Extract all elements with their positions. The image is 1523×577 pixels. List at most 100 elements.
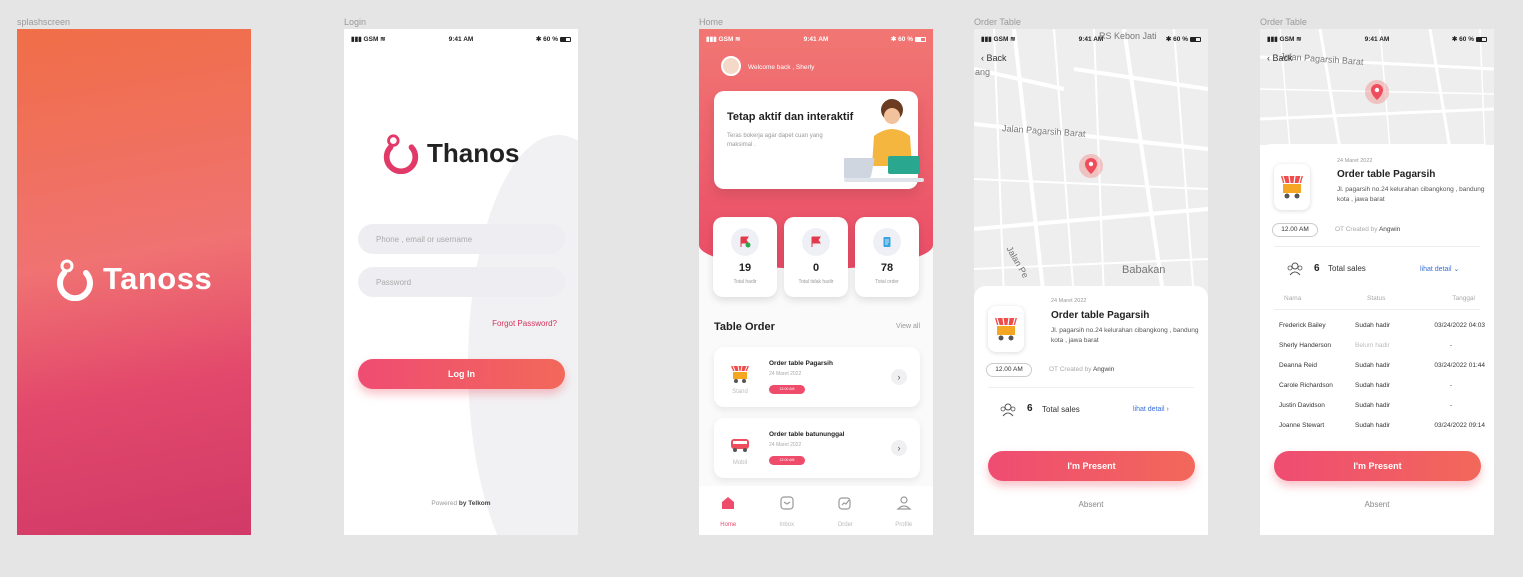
table-cell-date: -: [1449, 402, 1452, 409]
chevron-left-icon: ‹: [981, 53, 984, 63]
location-pin-icon[interactable]: [1364, 79, 1390, 109]
detail-link-label: lihat detail: [1420, 266, 1452, 273]
banner-title: Tetap aktif dan interaktif: [727, 111, 854, 123]
battery-label: 60 %: [898, 36, 913, 43]
divider: [1274, 246, 1480, 247]
table-header-cell: Status: [1367, 295, 1386, 302]
powered-prefix: Powered: [431, 500, 458, 507]
sales-label: Total sales: [1042, 405, 1080, 414]
creator-name: Angwin: [1092, 366, 1115, 373]
avatar[interactable]: [721, 56, 741, 76]
back-button[interactable]: ‹ Back: [981, 53, 1007, 63]
nav-label: Order: [837, 522, 853, 528]
location-pin-icon[interactable]: [1078, 153, 1104, 183]
home-icon: [722, 497, 735, 509]
table-row[interactable]: Frederick Bailey Sudah hadir 03/24/2022 …: [1279, 322, 1485, 334]
order-detail-sheet: 24 Maret 2022 Order table Pagarsih Jl. p…: [974, 286, 1208, 535]
order-card[interactable]: Mobil Order table batununggal 24 Maret 2…: [714, 418, 920, 478]
table-row[interactable]: Joanne Stewart Sudah hadir 03/24/2022 09…: [1279, 422, 1485, 434]
chevron-left-icon: ‹: [1267, 53, 1270, 63]
login-screen: ▮▮▮ GSM ≋ 9:41 AM ✱ 60 % Thanos Phone , …: [344, 29, 578, 535]
order-table-detail-screen: Jalan Pagarsih Barat ▮▮▮ GSM ≋ 9:41 AM ✱…: [1260, 29, 1494, 535]
table-cell-name: Deanna Reid: [1279, 362, 1317, 369]
decorative-curve: [468, 135, 578, 535]
splash-screen: Tanoss: [17, 29, 251, 535]
welcome-text: Welcome back , Sherly: [748, 64, 815, 71]
nav-inbox[interactable]: Inbox: [758, 486, 817, 535]
table-header-cell: Tanggal: [1452, 295, 1475, 302]
frame-label-login: Login: [344, 17, 367, 27]
order-table-screen: RS Kebon Jati Jalan Pagarsih Barat Jalan…: [974, 29, 1208, 535]
table-row[interactable]: Carole Richardson Sudah hadir -: [1279, 382, 1475, 394]
chevron-right-icon[interactable]: ›: [891, 440, 907, 456]
order-card[interactable]: Stand Order table Pagarsih 24 Maret 2022…: [714, 347, 920, 407]
view-all-link[interactable]: View all: [896, 323, 920, 330]
table-cell-status: Sudah hadir: [1355, 402, 1391, 409]
stat-card-orders[interactable]: 78 Total order: [855, 217, 919, 297]
wifi-icon: ≋: [380, 36, 386, 43]
back-button[interactable]: ‹ Back: [1267, 53, 1293, 63]
order-time: 12.00 AM: [986, 363, 1032, 377]
frame-label-splash: splashscreen: [17, 17, 71, 27]
absent-button[interactable]: Absent: [974, 500, 1208, 509]
order-date: 24 Maret 2022: [769, 442, 802, 448]
back-label: Back: [986, 53, 1007, 63]
frame-label-order-table: Order Table: [974, 17, 1021, 27]
username-input[interactable]: Phone , email or username: [358, 224, 565, 254]
clock: 9:41 AM: [448, 35, 474, 43]
creator-prefix: OT Created by: [1049, 366, 1092, 373]
present-button[interactable]: I'm Present: [1274, 451, 1481, 481]
table-header-cell: Nama: [1284, 295, 1302, 302]
stat-card-absent[interactable]: 0 Total tidak hadir: [784, 217, 848, 297]
divider: [1274, 309, 1480, 310]
map-label: ang: [975, 67, 991, 77]
wifi-icon: ≋: [1010, 36, 1016, 43]
brand-icon: [383, 134, 419, 174]
detail-link[interactable]: lihat detail ›: [1133, 406, 1169, 413]
nav-home[interactable]: Home: [699, 486, 758, 535]
detail-link[interactable]: lihat detail ⌄: [1420, 265, 1459, 273]
stand-icon: [988, 306, 1024, 352]
forgot-password-link[interactable]: Forgot Password?: [492, 319, 557, 328]
document-icon: [873, 228, 901, 256]
battery-icon: [559, 36, 571, 42]
inbox-icon: [780, 496, 794, 510]
order-address: Jl. pagarsih no.24 kelurahan cibangkong …: [1051, 327, 1199, 344]
order-title: Order table Pagarsih: [1051, 310, 1150, 321]
status-bar: ▮▮▮ GSM ≋ 9:41 AM ✱ 60 %: [974, 29, 1208, 49]
clock: 9:41 AM: [1364, 35, 1390, 43]
order-detail-sheet: 24 Maret 2022 Order table Pagarsih Jl. p…: [1260, 144, 1494, 535]
stat-card-attended[interactable]: 19 Total hadir: [713, 217, 777, 297]
present-button[interactable]: I'm Present: [988, 451, 1195, 481]
table-order-title: Table Order: [714, 321, 775, 333]
battery-icon: [1475, 36, 1487, 42]
person-illustration-icon: [844, 99, 924, 182]
order-icon: [838, 497, 851, 510]
chevron-right-icon[interactable]: ›: [891, 369, 907, 385]
stat-label: Total hadir: [733, 279, 757, 285]
password-input[interactable]: Password: [358, 267, 565, 297]
back-label: Back: [1272, 53, 1293, 63]
table-row[interactable]: Justin Davidson Sudah hadir -: [1279, 402, 1475, 414]
absent-button[interactable]: Absent: [1260, 500, 1494, 509]
order-date: 24 Maret 2022: [1337, 158, 1373, 164]
nav-order[interactable]: Order: [816, 486, 875, 535]
order-time-badge: 12:00 AM: [769, 385, 805, 394]
users-icon: [1287, 262, 1303, 276]
table-row[interactable]: Deanna Reid Sudah hadir 03/24/2022 01:44: [1279, 362, 1485, 374]
battery-label: 60 %: [1459, 36, 1474, 43]
order-type: Stand: [732, 389, 748, 395]
table-cell-date: 03/24/2022 09:14: [1434, 422, 1485, 429]
chevron-right-icon: ›: [1166, 406, 1169, 413]
nav-profile[interactable]: Profile: [875, 486, 934, 535]
login-button[interactable]: Log In: [358, 359, 565, 389]
order-address: Jl. pagarsih no.24 kelurahan cibangkong …: [1337, 186, 1485, 203]
table-cell-status: Sudah hadir: [1355, 322, 1391, 329]
flag-icon: [802, 228, 830, 256]
profile-icon: [896, 496, 912, 510]
map-label: Babakan: [1122, 264, 1166, 276]
table-cell-date: 03/24/2022 04:03: [1434, 322, 1485, 329]
stat-label: Total order: [875, 279, 899, 285]
table-row[interactable]: Sherly Handerson Belum hadir -: [1279, 342, 1475, 354]
splash-logo: Tanoss: [53, 257, 212, 301]
